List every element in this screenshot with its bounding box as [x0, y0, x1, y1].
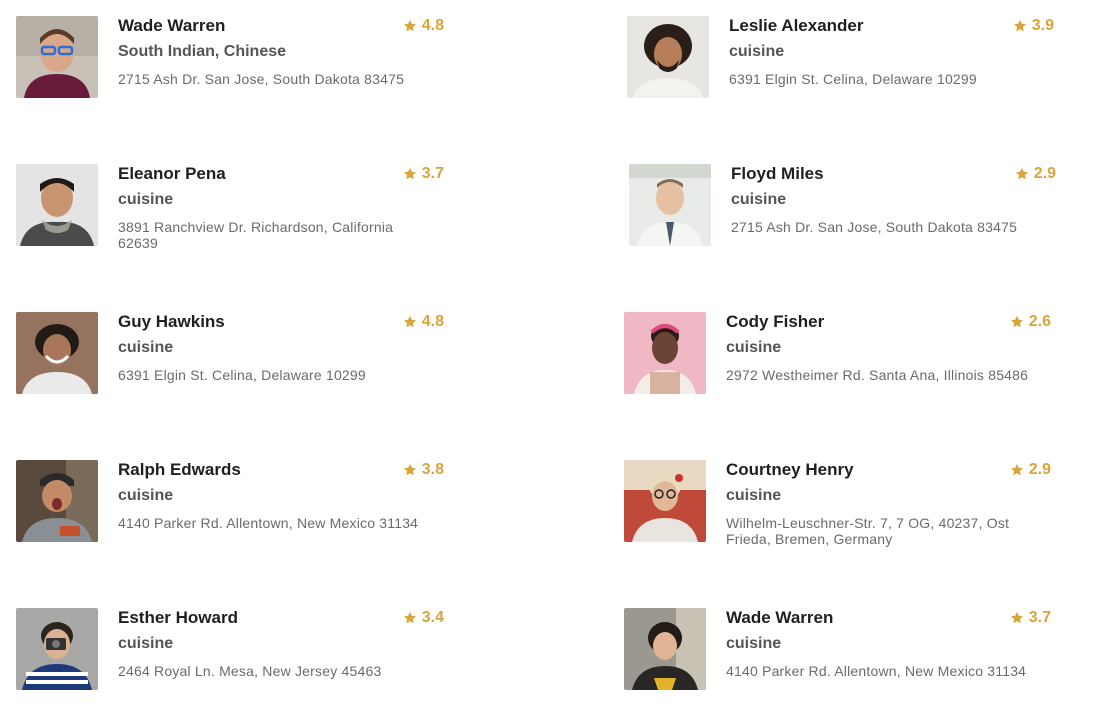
person-card[interactable]: Wade Warren cuisine 4140 Parker Rd. Alle… — [624, 608, 1051, 698]
star-icon — [403, 167, 417, 181]
address: 2464 Royal Ln. Mesa, New Jersey 45463 — [118, 663, 382, 679]
person-name: Courtney Henry — [726, 460, 854, 479]
address: 3891 Ranchview Dr. Richardson, Californi… — [118, 219, 394, 251]
rating: 3.9 — [1013, 16, 1054, 36]
cuisine: cuisine — [118, 339, 174, 356]
person-card[interactable]: Floyd Miles cuisine 2715 Ash Dr. San Jos… — [629, 164, 1056, 254]
person-name: Floyd Miles — [731, 164, 824, 183]
rating-value: 3.7 — [421, 165, 444, 182]
person-name: Wade Warren — [118, 16, 226, 35]
rating: 4.8 — [403, 312, 444, 332]
avatar — [624, 608, 706, 690]
rating-value: 3.4 — [421, 609, 444, 626]
star-icon — [1010, 463, 1024, 477]
person-name: Cody Fisher — [726, 312, 825, 331]
avatar — [629, 164, 711, 246]
rating-value: 2.9 — [1033, 165, 1056, 182]
rating-value: 2.6 — [1028, 313, 1051, 330]
cuisine: cuisine — [118, 487, 174, 504]
avatar — [16, 312, 98, 394]
rating: 4.8 — [403, 16, 444, 36]
person-name: Leslie Alexander — [729, 16, 864, 35]
star-icon — [403, 611, 417, 625]
star-icon — [403, 463, 417, 477]
rating-value: 3.7 — [1028, 609, 1051, 626]
star-icon — [1013, 19, 1027, 33]
person-name: Esther Howard — [118, 608, 238, 627]
rating: 2.9 — [1010, 460, 1051, 480]
person-name: Eleanor Pena — [118, 164, 226, 183]
rating-value: 4.8 — [421, 17, 444, 34]
cuisine: South Indian, Chinese — [118, 43, 287, 60]
cuisine: cuisine — [118, 635, 174, 652]
person-card[interactable]: Esther Howard cuisine 2464 Royal Ln. Mes… — [16, 608, 444, 698]
rating: 3.4 — [403, 608, 444, 628]
avatar — [624, 312, 706, 394]
rating-value: 2.9 — [1028, 461, 1051, 478]
avatar — [16, 460, 98, 542]
cuisine: cuisine — [118, 191, 174, 208]
person-name: Wade Warren — [726, 608, 834, 627]
star-icon — [1010, 315, 1024, 329]
rating: 2.6 — [1010, 312, 1051, 332]
star-icon — [1015, 167, 1029, 181]
cuisine: cuisine — [731, 191, 787, 208]
star-icon — [1010, 611, 1024, 625]
person-card[interactable]: Cody Fisher cuisine 2972 Westheimer Rd. … — [624, 312, 1051, 402]
avatar — [624, 460, 706, 542]
rating: 3.7 — [403, 164, 444, 184]
rating-value: 4.8 — [421, 313, 444, 330]
address: 2715 Ash Dr. San Jose, South Dakota 8347… — [118, 71, 405, 87]
person-name: Guy Hawkins — [118, 312, 225, 331]
rating: 2.9 — [1015, 164, 1056, 184]
rating: 3.8 — [403, 460, 444, 480]
person-card[interactable]: Eleanor Pena cuisine 3891 Ranchview Dr. … — [16, 164, 444, 254]
star-icon — [403, 315, 417, 329]
address: 4140 Parker Rd. Allentown, New Mexico 31… — [118, 515, 419, 531]
address: 2972 Westheimer Rd. Santa Ana, Illinois … — [726, 367, 1029, 383]
rating-value: 3.9 — [1031, 17, 1054, 34]
person-card[interactable]: Leslie Alexander cuisine 6391 Elgin St. … — [627, 16, 1054, 106]
address: Wilhelm-Leuschner-Str. 7, 7 OG, 40237, O… — [726, 515, 1010, 547]
cuisine: cuisine — [726, 487, 782, 504]
address: 2715 Ash Dr. San Jose, South Dakota 8347… — [731, 219, 1018, 235]
person-card[interactable]: Guy Hawkins cuisine 6391 Elgin St. Celin… — [16, 312, 444, 402]
person-card[interactable]: Wade Warren South Indian, Chinese 2715 A… — [16, 16, 444, 106]
cuisine: cuisine — [726, 635, 782, 652]
rating-value: 3.8 — [421, 461, 444, 478]
person-card[interactable]: Ralph Edwards cuisine 4140 Parker Rd. Al… — [16, 460, 444, 550]
cuisine: cuisine — [729, 43, 785, 60]
avatar — [16, 16, 98, 98]
avatar — [16, 608, 98, 690]
cuisine: cuisine — [726, 339, 782, 356]
person-card[interactable]: Courtney Henry cuisine Wilhelm-Leuschner… — [624, 460, 1051, 550]
avatar — [627, 16, 709, 98]
address: 6391 Elgin St. Celina, Delaware 10299 — [118, 367, 366, 383]
rating: 3.7 — [1010, 608, 1051, 628]
address: 4140 Parker Rd. Allentown, New Mexico 31… — [726, 663, 1027, 679]
star-icon — [403, 19, 417, 33]
address: 6391 Elgin St. Celina, Delaware 10299 — [729, 71, 977, 87]
person-name: Ralph Edwards — [118, 460, 241, 479]
avatar — [16, 164, 98, 246]
